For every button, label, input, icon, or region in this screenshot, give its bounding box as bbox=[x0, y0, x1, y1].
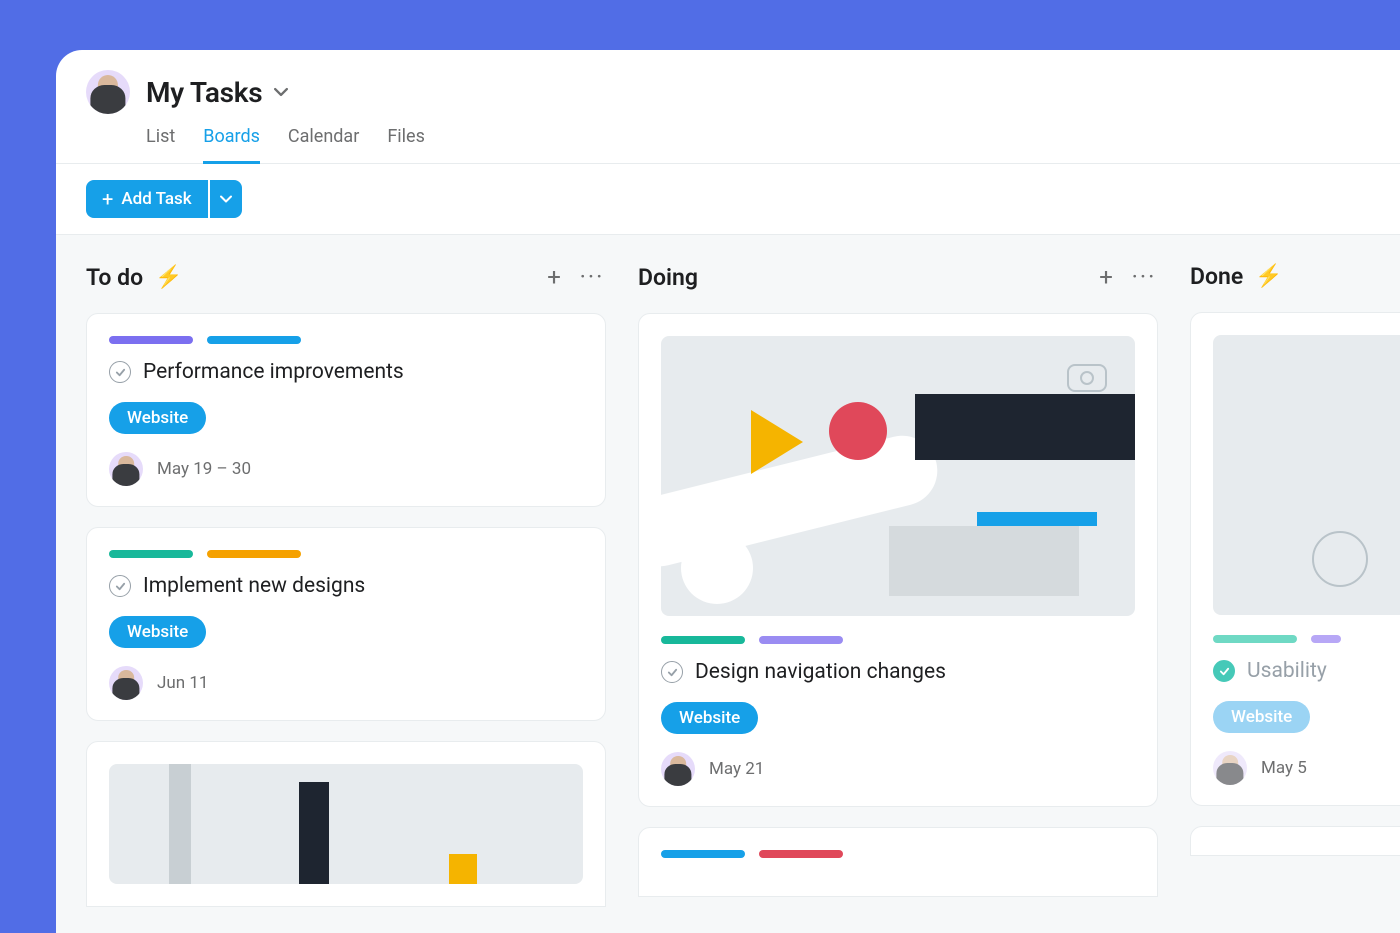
due-date: Jun 11 bbox=[157, 673, 208, 693]
project-pills bbox=[109, 336, 583, 344]
add-task-button[interactable]: + Add Task bbox=[86, 180, 208, 218]
column-todo: To do ⚡ + ··· Performance improvements W… bbox=[86, 263, 606, 905]
tag-website[interactable]: Website bbox=[1213, 701, 1310, 733]
header: My Tasks List Boards Calendar Files bbox=[56, 50, 1400, 164]
project-pill bbox=[1311, 635, 1341, 643]
project-pill bbox=[207, 550, 301, 558]
project-pills bbox=[661, 636, 1135, 644]
column-title: To do bbox=[86, 264, 143, 291]
complete-checkbox[interactable] bbox=[1213, 660, 1235, 682]
task-card[interactable]: Design navigation changes Website May 21 bbox=[638, 313, 1158, 807]
view-tabs: List Boards Calendar Files bbox=[146, 120, 1370, 163]
task-card[interactable] bbox=[86, 741, 606, 907]
task-card[interactable] bbox=[638, 827, 1158, 897]
tab-boards[interactable]: Boards bbox=[203, 120, 260, 164]
assignee-avatar[interactable] bbox=[661, 752, 695, 786]
due-date: May 5 bbox=[1261, 758, 1307, 778]
assignee-avatar[interactable] bbox=[1213, 751, 1247, 785]
complete-checkbox[interactable] bbox=[661, 661, 683, 683]
card-cover-image bbox=[661, 336, 1135, 616]
project-pill bbox=[207, 336, 301, 344]
assignee-avatar[interactable] bbox=[109, 666, 143, 700]
column-title: Done bbox=[1190, 263, 1243, 290]
complete-checkbox[interactable] bbox=[109, 361, 131, 383]
bolt-icon: ⚡ bbox=[1255, 264, 1282, 289]
project-pill bbox=[759, 850, 843, 858]
column-menu-button[interactable]: ··· bbox=[578, 263, 606, 291]
column-title: Doing bbox=[638, 264, 698, 291]
add-task-dropdown[interactable] bbox=[210, 180, 242, 218]
task-title: Usability bbox=[1247, 659, 1327, 683]
tab-files[interactable]: Files bbox=[387, 120, 425, 164]
toolbar: + Add Task bbox=[56, 164, 1400, 235]
task-card[interactable]: Implement new designs Website Jun 11 bbox=[86, 527, 606, 721]
app-panel: My Tasks List Boards Calendar Files + Ad… bbox=[56, 50, 1400, 933]
project-pill bbox=[1213, 635, 1297, 643]
add-card-button[interactable]: + bbox=[1092, 263, 1120, 291]
chevron-down-icon[interactable] bbox=[272, 83, 290, 101]
tab-list[interactable]: List bbox=[146, 120, 175, 164]
card-cover-image bbox=[1213, 335, 1400, 615]
bolt-icon: ⚡ bbox=[155, 265, 182, 290]
column-menu-button[interactable]: ··· bbox=[1130, 263, 1158, 291]
project-pills bbox=[661, 850, 1135, 858]
project-pill bbox=[661, 636, 745, 644]
tag-website[interactable]: Website bbox=[109, 616, 206, 648]
project-pill bbox=[661, 850, 745, 858]
avatar[interactable] bbox=[86, 70, 130, 114]
board: To do ⚡ + ··· Performance improvements W… bbox=[56, 235, 1400, 933]
tag-website[interactable]: Website bbox=[661, 702, 758, 734]
project-pill bbox=[109, 550, 193, 558]
plus-icon: + bbox=[102, 189, 113, 209]
project-pill bbox=[109, 336, 193, 344]
due-date: May 19 – 30 bbox=[157, 459, 251, 479]
complete-checkbox[interactable] bbox=[109, 575, 131, 597]
card-cover-image bbox=[109, 764, 583, 884]
tag-website[interactable]: Website bbox=[109, 402, 206, 434]
task-card[interactable] bbox=[1190, 826, 1400, 856]
task-title: Implement new designs bbox=[143, 574, 365, 598]
column-doing: Doing + ··· bbox=[638, 263, 1158, 905]
subtask-icon bbox=[1067, 364, 1107, 392]
task-title: Performance improvements bbox=[143, 360, 404, 384]
column-done: Done ⚡ Usability Website bbox=[1190, 263, 1400, 905]
due-date: May 21 bbox=[709, 759, 764, 779]
project-pills bbox=[109, 550, 583, 558]
task-card[interactable]: Usability Website May 5 bbox=[1190, 312, 1400, 806]
task-title: Design navigation changes bbox=[695, 660, 946, 684]
tab-calendar[interactable]: Calendar bbox=[288, 120, 359, 164]
assignee-avatar[interactable] bbox=[109, 452, 143, 486]
project-pill bbox=[759, 636, 843, 644]
add-task-label: Add Task bbox=[121, 189, 191, 209]
page-title: My Tasks bbox=[146, 76, 262, 109]
project-pills bbox=[1213, 635, 1400, 643]
add-card-button[interactable]: + bbox=[540, 263, 568, 291]
task-card[interactable]: Performance improvements Website May 19 … bbox=[86, 313, 606, 507]
